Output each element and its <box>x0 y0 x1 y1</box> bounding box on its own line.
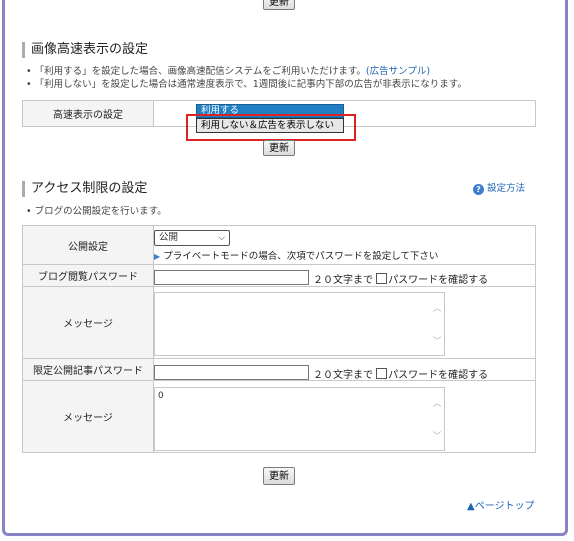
access-section-title: アクセス制限の設定 <box>22 181 147 197</box>
chevron-down-icon: ⌵ <box>218 233 225 243</box>
confirm-label: パスワードを確認する <box>388 275 489 286</box>
blog-password-limit: ２０文字まで パスワードを確認する <box>313 271 488 286</box>
private-hint: ▶ プライベートモードの場合、次項でパスワードを設定して下さい <box>154 248 438 262</box>
bullet: • <box>26 79 35 90</box>
limited-password-label: 限定公開記事パスワード <box>22 358 154 381</box>
access-update-button[interactable]: 更新 <box>263 467 295 485</box>
bullet: • <box>26 206 35 217</box>
blog-password-label: ブログ閲覧パスワード <box>22 264 154 287</box>
ad-sample-link[interactable]: (広告サンプル) <box>366 66 430 77</box>
message-textarea-2[interactable]: 0 ︿ ﹀ <box>154 387 445 451</box>
confirm-password-checkbox[interactable] <box>376 273 388 284</box>
publish-select-value: 公開 <box>159 232 179 243</box>
speed-update-button[interactable]: 更新 <box>263 140 295 156</box>
highlight-box <box>186 114 356 141</box>
confirm-label-2: パスワードを確認する <box>388 370 489 381</box>
publish-select[interactable]: 公開 ⌵ <box>154 230 230 246</box>
access-note-text: ブログの公開設定を行います。 <box>34 206 167 217</box>
blog-password-input[interactable] <box>154 270 309 285</box>
scroll-down-icon[interactable]: ﹀ <box>432 334 442 347</box>
page-top-link[interactable]: ▲ページトップ <box>467 497 535 512</box>
limit-text: ２０文字まで <box>313 275 373 286</box>
limited-password-input[interactable] <box>154 365 309 380</box>
speed-note-1: • 「利用する」を設定した場合、画像高速配信システムをご利用いただけます。(広告… <box>26 66 430 78</box>
access-note: • ブログの公開設定を行います。 <box>26 206 167 218</box>
limit-text-2: ２０文字まで <box>313 370 373 381</box>
triangle-icon: ▶ <box>154 252 161 261</box>
message-textarea-1[interactable]: ︿ ﹀ <box>154 292 445 356</box>
message-2-value: 0 <box>158 391 164 401</box>
speed-section-title: 画像高速表示の設定 <box>22 42 148 58</box>
private-hint-text: プライベートモードの場合、次項でパスワードを設定して下さい <box>163 251 439 262</box>
publish-label: 公開設定 <box>22 225 154 265</box>
scroll-down-icon-2[interactable]: ﹀ <box>432 429 442 442</box>
confirm-password-checkbox-2[interactable] <box>376 368 388 379</box>
help-label: 設定方法 <box>487 183 526 194</box>
help-icon: ? <box>473 184 484 195</box>
speed-row-label: 高速表示の設定 <box>22 100 154 127</box>
speed-note-1-text: 「利用する」を設定した場合、画像高速配信システムをご利用いただけます。 <box>34 66 366 77</box>
scroll-up-icon[interactable]: ︿ <box>432 301 442 314</box>
help-link[interactable]: ? 設定方法 <box>473 180 525 195</box>
message-label-2: メッセージ <box>22 380 154 453</box>
bullet: • <box>26 66 35 77</box>
update-button-top[interactable]: 更新 <box>263 0 295 10</box>
speed-note-2: • 「利用しない」を設定した場合は通常速度表示で、1週間後に記事内下部の広告が非… <box>26 79 467 91</box>
message-label-1: メッセージ <box>22 286 154 359</box>
limited-password-limit: ２０文字まで パスワードを確認する <box>313 366 488 381</box>
scroll-up-icon-2[interactable]: ︿ <box>432 396 442 409</box>
speed-note-2-text: 「利用しない」を設定した場合は通常速度表示で、1週間後に記事内下部の広告が非表示… <box>34 79 467 90</box>
